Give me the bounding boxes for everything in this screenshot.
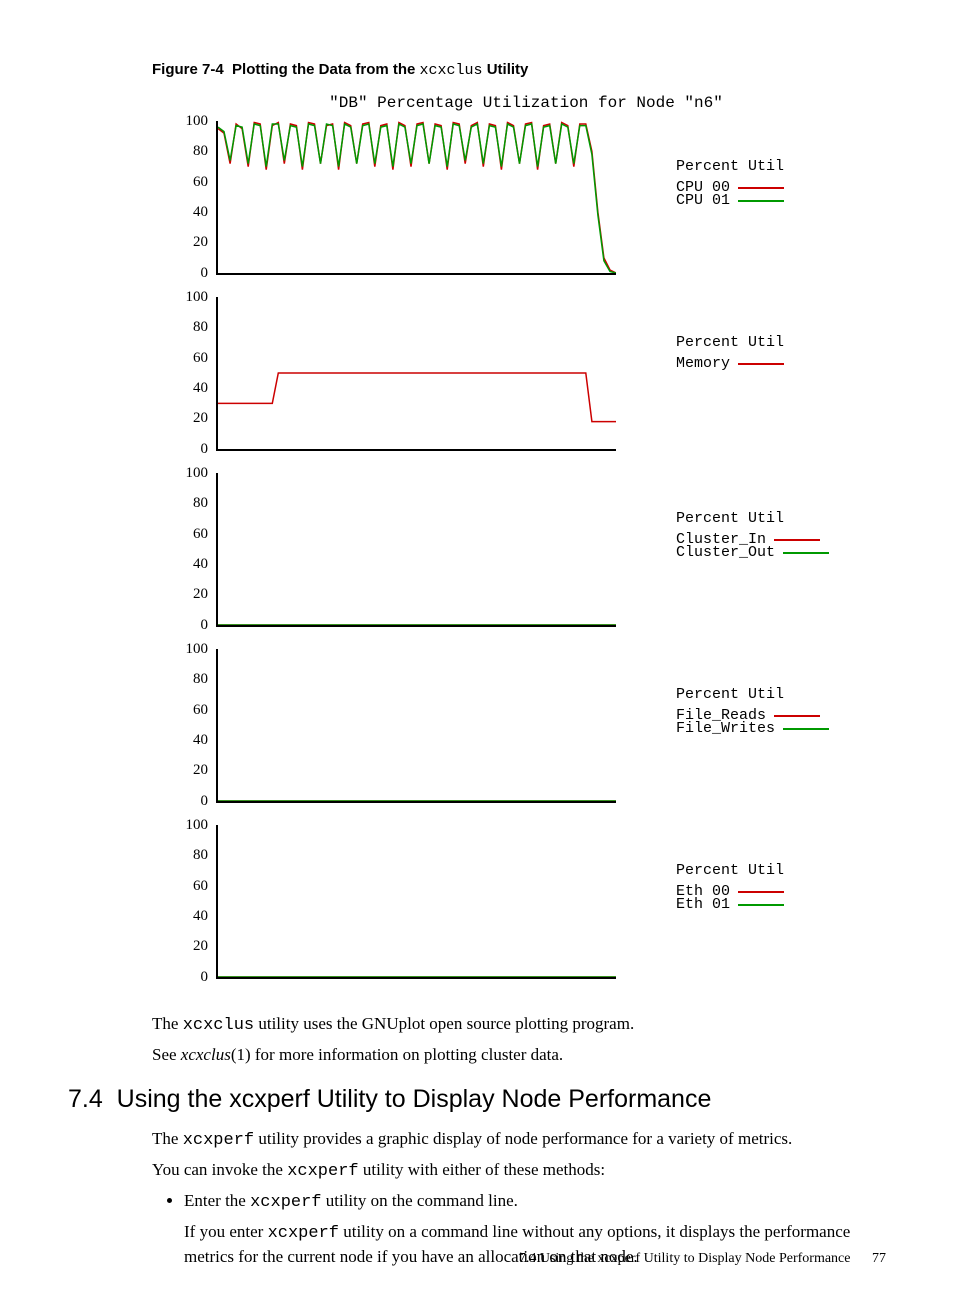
legend-item: CPU 01 (676, 194, 784, 207)
para-see-man: See xcxclus(1) for more information on p… (152, 1044, 886, 1067)
legend-label: Memory (676, 357, 730, 370)
y-tick-label: 20 (193, 936, 208, 956)
section-heading: 7.4 Using the xcxperf Utility to Display… (68, 1083, 886, 1117)
chart-legend: Percent UtilEth 00Eth 01 (676, 861, 784, 911)
li-cmdline: Enter the xcxperf utility on the command… (184, 1191, 518, 1210)
y-tick-label: 20 (193, 408, 208, 428)
chart-panel: 020406080100Percent UtilCluster_InCluste… (166, 471, 886, 643)
series-line (218, 122, 616, 273)
legend-color-swatch (774, 715, 820, 717)
y-tick-label: 80 (193, 141, 208, 161)
y-tick-label: 40 (193, 378, 208, 398)
legend-label: File_Writes (676, 722, 775, 735)
y-tick-label: 80 (193, 845, 208, 865)
y-tick-label: 100 (186, 111, 209, 131)
y-tick-label: 0 (201, 439, 209, 459)
y-tick-label: 100 (186, 815, 209, 835)
para-xcxperf-desc: The xcxperf utility provides a graphic d… (152, 1128, 886, 1153)
chart-stack: "DB" Percentage Utilization for Node "n6… (166, 93, 886, 995)
y-tick-label: 20 (193, 760, 208, 780)
figure-caption: Figure 7-4 Plotting the Data from the xc… (152, 60, 886, 81)
chart-legend: Percent UtilCPU 00CPU 01 (676, 157, 784, 207)
y-tick-label: 20 (193, 584, 208, 604)
chart-panel: 020406080100Percent UtilFile_ReadsFile_W… (166, 647, 886, 819)
legend-item: Memory (676, 357, 784, 370)
chart-legend: Percent Util Memory (676, 333, 784, 370)
y-tick-label: 60 (193, 524, 208, 544)
legend-title: Percent Util (676, 861, 784, 881)
y-tick-label: 40 (193, 202, 208, 222)
chart-panel: 020406080100Percent UtilMemory (166, 295, 886, 467)
y-tick-label: 20 (193, 232, 208, 252)
plot-area (216, 297, 616, 451)
legend-title: Percent Util (676, 685, 829, 705)
page-number: 77 (872, 1251, 886, 1266)
legend-color-swatch (738, 363, 784, 365)
series-line (218, 373, 616, 422)
chart-title: "DB" Percentage Utilization for Node "n6… (166, 93, 886, 115)
plot-area (216, 121, 616, 275)
y-tick-label: 80 (193, 669, 208, 689)
y-tick-label: 80 (193, 317, 208, 337)
y-tick-label: 60 (193, 700, 208, 720)
chart-panel: 020406080100Percent UtilEth 00Eth 01 (166, 823, 886, 995)
y-tick-label: 100 (186, 287, 209, 307)
section-number: 7.4 (68, 1085, 103, 1113)
legend-item: File_Writes (676, 722, 829, 735)
y-tick-label: 60 (193, 876, 208, 896)
figure-title-post: Utility (483, 61, 529, 78)
y-tick-label: 0 (201, 967, 209, 987)
plot-area (216, 649, 616, 803)
y-tick-label: 80 (193, 493, 208, 513)
y-tick-label: 0 (201, 791, 209, 811)
footer-section: 7.4 Using the xcxperf Utility to Display… (519, 1251, 851, 1266)
y-tick-label: 60 (193, 348, 208, 368)
legend-label: Cluster_Out (676, 546, 775, 559)
plot-area (216, 825, 616, 979)
chart-panel: 020406080100Percent UtilCPU 00CPU 01 (166, 119, 886, 291)
y-tick-label: 40 (193, 730, 208, 750)
y-tick-label: 100 (186, 639, 209, 659)
y-tick-label: 0 (201, 615, 209, 635)
section-title: Using the xcxperf Utility to Display Nod… (117, 1085, 712, 1113)
figure-label: Figure 7-4 (152, 61, 224, 78)
y-tick-label: 40 (193, 554, 208, 574)
y-tick-label: 40 (193, 906, 208, 926)
legend-color-swatch (738, 187, 784, 189)
para-invoke-methods: You can invoke the xcxperf utility with … (152, 1159, 886, 1184)
series-line (218, 124, 616, 273)
para-gnuplot: The xcxclus utility uses the GNUplot ope… (152, 1013, 886, 1038)
legend-item: Cluster_Out (676, 546, 829, 559)
legend-title: Percent Util (676, 157, 784, 177)
figure-title-pre: Plotting the Data from the (232, 61, 420, 78)
legend-color-swatch (783, 552, 829, 554)
y-tick-label: 0 (201, 263, 209, 283)
legend-label: CPU 01 (676, 194, 730, 207)
chart-legend: Percent UtilFile_ReadsFile_Writes (676, 685, 829, 735)
legend-color-swatch (738, 891, 784, 893)
figure-mono: xcxclus (420, 62, 483, 79)
legend-title: Percent Util (676, 509, 829, 529)
legend-color-swatch (738, 904, 784, 906)
legend-label: Eth 01 (676, 898, 730, 911)
y-tick-label: 60 (193, 172, 208, 192)
y-tick-label: 100 (186, 463, 209, 483)
legend-item: Eth 01 (676, 898, 784, 911)
legend-title: Percent Util (676, 333, 784, 353)
plot-area (216, 473, 616, 627)
legend-color-swatch (738, 200, 784, 202)
page-footer: 7.4 Using the xcxperf Utility to Display… (519, 1250, 886, 1269)
chart-legend: Percent UtilCluster_InCluster_Out (676, 509, 829, 559)
legend-color-swatch (783, 728, 829, 730)
legend-color-swatch (774, 539, 820, 541)
